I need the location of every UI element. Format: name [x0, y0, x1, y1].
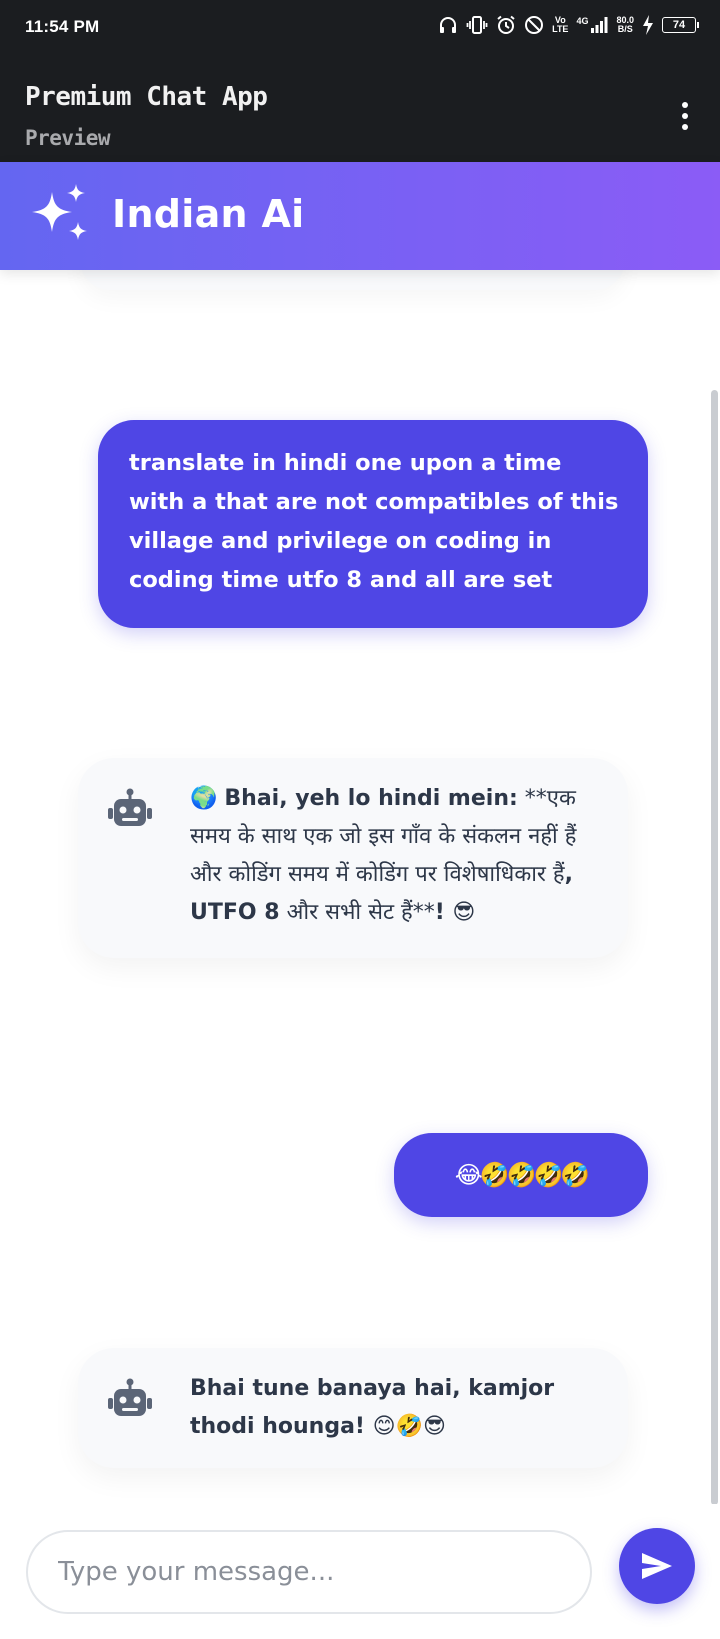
vibrate-icon	[466, 15, 488, 35]
app-subtitle: Preview	[25, 126, 111, 150]
message-text: 😂🤣🤣🤣🤣	[454, 1161, 591, 1189]
message-text: Bhai tune banaya hai, kamjor thodi houng…	[190, 1376, 555, 1439]
app-title: Premium Chat App	[25, 82, 268, 112]
robot-icon	[108, 1378, 152, 1416]
speed-indicator: 80.0 B/S	[616, 15, 634, 34]
sparkles-icon	[32, 184, 87, 240]
volte-icon: Vo LTE	[552, 15, 569, 34]
do-not-disturb-icon	[524, 15, 544, 35]
message-list[interactable]: translate in hindi one upon a time with …	[0, 270, 720, 1504]
signal-icon: 4G	[576, 17, 608, 33]
charging-icon	[642, 15, 654, 35]
message-text: translate in hindi one upon a time with …	[129, 450, 619, 593]
chat-title: Indian Ai	[112, 192, 305, 236]
bot-message: 🌍 Bhai, yeh lo hindi mein: **एक समय के स…	[78, 758, 628, 958]
app-bar: Premium Chat App Preview	[0, 56, 720, 162]
scrollbar[interactable]	[711, 390, 718, 1504]
input-bar	[0, 1504, 720, 1639]
status-bar: 11:54 PM Vo LTE 4G 80.0 B/S 74	[0, 0, 720, 56]
previous-message-bubble	[80, 270, 625, 290]
send-button[interactable]	[619, 1528, 695, 1604]
user-message: translate in hindi one upon a time with …	[98, 420, 648, 628]
battery-icon: 74	[662, 17, 699, 33]
message-text: 🌍 Bhai, yeh lo hindi mein: **एक समय के स…	[190, 786, 577, 925]
headphones-icon	[438, 15, 458, 35]
alarm-icon	[496, 15, 516, 35]
send-icon	[642, 1553, 672, 1579]
bot-message: Bhai tune banaya hai, kamjor thodi houng…	[78, 1348, 628, 1468]
user-message: 😂🤣🤣🤣🤣	[394, 1133, 648, 1217]
status-time: 11:54 PM	[25, 17, 100, 36]
chat-header: Indian Ai	[0, 162, 720, 270]
status-icons: Vo LTE 4G 80.0 B/S 74	[438, 15, 699, 35]
more-vertical-icon[interactable]	[672, 96, 698, 136]
message-input[interactable]	[26, 1530, 592, 1614]
robot-icon	[108, 788, 152, 826]
